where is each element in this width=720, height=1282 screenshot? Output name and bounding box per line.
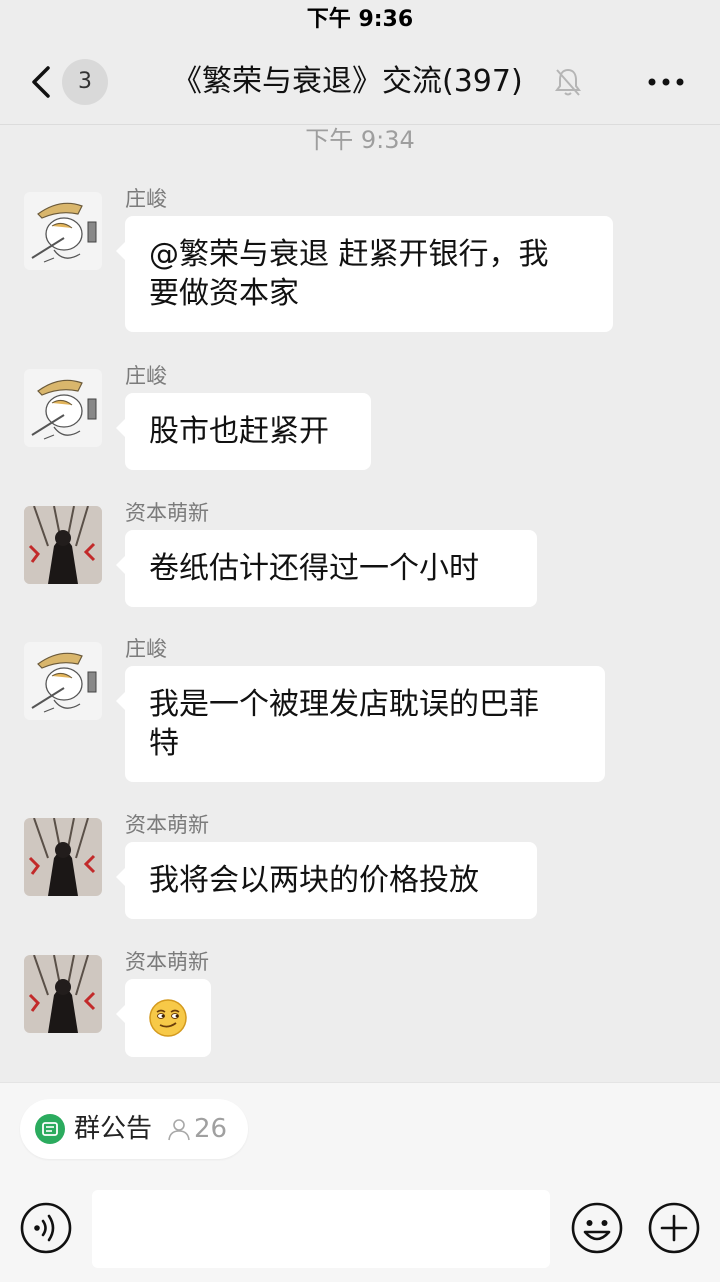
back-arrow-icon[interactable]: [26, 62, 56, 102]
group-notice-label: 群公告: [74, 1114, 153, 1144]
member-icon: [168, 1119, 190, 1141]
message-text: 我是一个被理发店耽误的巴菲 特: [149, 687, 539, 761]
smirk-emoji-icon: [149, 999, 187, 1037]
message-bubble[interactable]: 我将会以两块的价格投放: [116, 842, 537, 919]
group-notice-button[interactable]: 群公告 26: [20, 1099, 248, 1159]
member-count: 26: [194, 1114, 228, 1144]
sender-name: 庄峻: [125, 364, 167, 388]
duck-sticker-avatar[interactable]: [24, 642, 102, 720]
sender-name: 资本萌新: [125, 501, 209, 525]
message-bubble[interactable]: 股市也赶紧开: [116, 393, 371, 470]
sender-name: 庄峻: [125, 187, 167, 211]
message-bubble[interactable]: 卷纸估计还得过一个小时: [116, 530, 537, 607]
muted-bell-icon: [555, 68, 581, 96]
sender-name: 庄峻: [125, 637, 167, 661]
dark-figure-avatar[interactable]: [24, 955, 102, 1033]
message-input[interactable]: [92, 1190, 550, 1268]
message-bubble[interactable]: [116, 979, 211, 1057]
voice-input-icon[interactable]: [20, 1202, 72, 1254]
more-options-icon[interactable]: [646, 72, 686, 92]
group-notice-icon: [35, 1114, 65, 1144]
message-text: 我将会以两块的价格投放: [149, 863, 479, 898]
sender-name: 资本萌新: [125, 950, 209, 974]
message-text: 股市也赶紧开: [149, 414, 329, 449]
dark-figure-avatar[interactable]: [24, 506, 102, 584]
message-text: 卷纸估计还得过一个小时: [149, 551, 479, 586]
duck-sticker-avatar[interactable]: [24, 192, 102, 270]
duck-sticker-avatar[interactable]: [24, 369, 102, 447]
sender-name: 资本萌新: [125, 813, 209, 837]
emoji-picker-icon[interactable]: [571, 1202, 623, 1254]
message-text: @繁荣与衰退 赶紧开银行，我 要做资本家: [149, 237, 549, 311]
unread-count-badge[interactable]: 3: [62, 59, 108, 105]
bottom-input-area: 群公告 26: [0, 1082, 720, 1282]
message-bubble[interactable]: 我是一个被理发店耽误的巴菲 特: [116, 666, 605, 782]
dark-figure-avatar[interactable]: [24, 818, 102, 896]
status-bar-time: 下午 9:36: [306, 7, 414, 32]
more-functions-plus-icon[interactable]: [648, 1202, 700, 1254]
chat-title: 《繁荣与衰退》交流(397): [172, 64, 523, 99]
message-timestamp: 下午 9:34: [305, 126, 415, 154]
chat-header: 3 《繁荣与衰退》交流(397): [0, 40, 720, 125]
message-bubble[interactable]: @繁荣与衰退 赶紧开银行，我 要做资本家: [116, 216, 613, 332]
